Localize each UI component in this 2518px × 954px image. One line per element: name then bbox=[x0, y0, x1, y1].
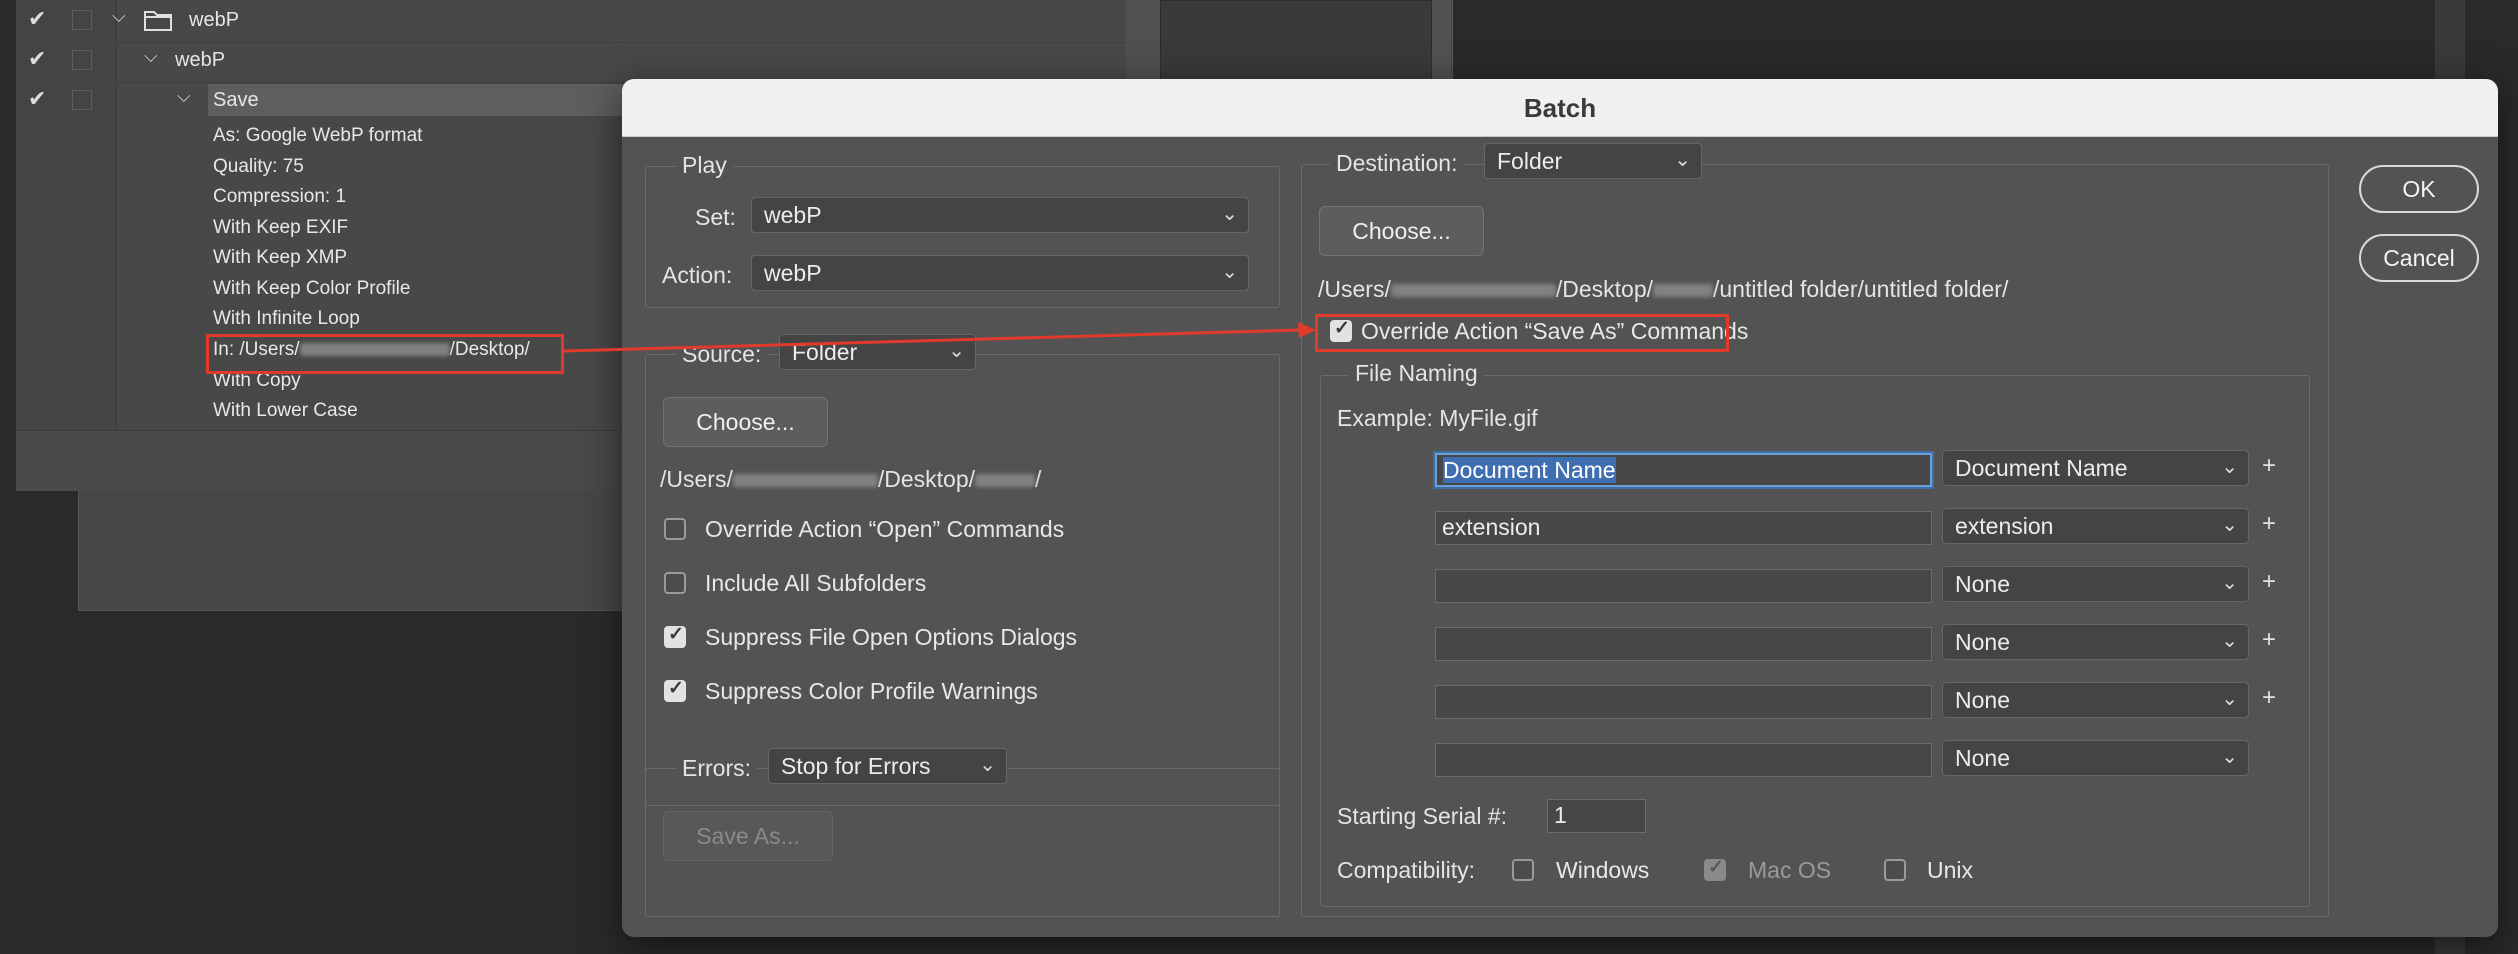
annotation-arrow bbox=[563, 322, 1316, 353]
